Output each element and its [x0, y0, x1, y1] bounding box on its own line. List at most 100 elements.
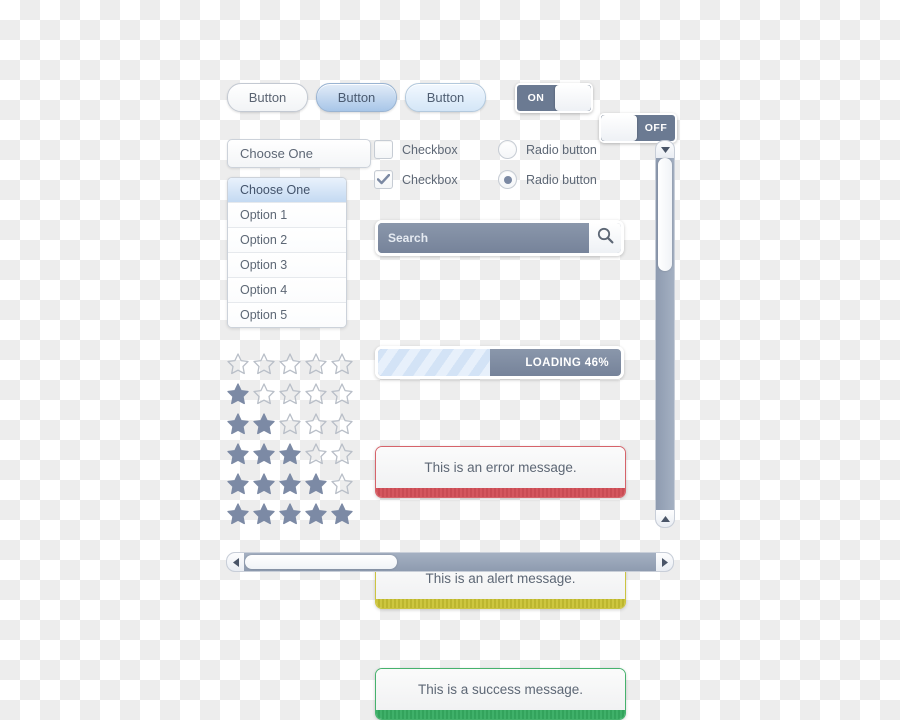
horizontal-scrollbar[interactable] — [226, 552, 674, 572]
star-filled-icon[interactable] — [252, 502, 276, 526]
list-item-label: Option 5 — [240, 308, 288, 322]
star-filled-icon[interactable] — [226, 472, 250, 496]
radio-selected-icon[interactable] — [498, 170, 517, 189]
checkbox-row-unchecked[interactable]: Checkbox — [374, 140, 458, 159]
star-empty-icon[interactable] — [330, 352, 354, 376]
star-filled-icon[interactable] — [304, 472, 328, 496]
list-item-label: Option 1 — [240, 208, 288, 222]
button-blue[interactable]: Button — [316, 83, 397, 112]
progress-fill — [378, 349, 490, 376]
star-rating-row[interactable] — [226, 382, 354, 406]
magnifier-icon — [597, 227, 614, 249]
star-filled-icon[interactable] — [252, 412, 276, 436]
toggle-knob[interactable] — [601, 115, 637, 141]
star-filled-icon[interactable] — [252, 472, 276, 496]
checkbox-row-checked[interactable]: Checkbox — [374, 170, 458, 189]
checkbox-checked-icon[interactable] — [374, 170, 393, 189]
message-accent-bar — [376, 488, 625, 497]
radio-unselected-icon[interactable] — [498, 140, 517, 159]
vertical-scrollbar[interactable] — [655, 140, 675, 528]
star-empty-icon[interactable] — [226, 352, 250, 376]
star-rating-row[interactable] — [226, 502, 354, 526]
star-empty-icon[interactable] — [304, 412, 328, 436]
star-empty-icon[interactable] — [278, 382, 302, 406]
star-filled-icon[interactable] — [278, 502, 302, 526]
star-empty-icon[interactable] — [304, 382, 328, 406]
star-filled-icon[interactable] — [278, 472, 302, 496]
star-empty-icon[interactable] — [330, 382, 354, 406]
progress-bar: LOADING 46% — [375, 346, 624, 379]
checkbox-label: Checkbox — [402, 172, 458, 187]
list-item-1[interactable]: Option 1 — [228, 203, 346, 228]
message-error: This is an error message. — [375, 446, 626, 498]
toggle-off[interactable]: OFF — [599, 113, 677, 143]
vertical-scroll-thumb[interactable] — [658, 158, 672, 271]
message-success: This is a success message. — [375, 668, 626, 720]
list-item-0[interactable]: Choose One — [228, 178, 346, 203]
progress-label: LOADING 46% — [525, 356, 609, 369]
star-empty-icon[interactable] — [330, 412, 354, 436]
star-rating-row[interactable] — [226, 472, 354, 496]
select-choose-one[interactable]: Choose One — [227, 139, 371, 168]
star-rating-row[interactable] — [226, 352, 354, 376]
message-text: This is an error message. — [376, 447, 625, 488]
select-value: Choose One — [240, 146, 313, 161]
list-item-4[interactable]: Option 4 — [228, 278, 346, 303]
chevron-down-icon[interactable] — [656, 141, 674, 158]
button-white[interactable]: Button — [227, 83, 308, 112]
button-label: Button — [426, 90, 465, 105]
button-label: Button — [337, 90, 376, 105]
star-filled-icon[interactable] — [226, 412, 250, 436]
star-filled-icon[interactable] — [252, 442, 276, 466]
search-button[interactable] — [589, 223, 621, 253]
star-empty-icon[interactable] — [304, 352, 328, 376]
star-empty-icon[interactable] — [252, 382, 276, 406]
list-item-5[interactable]: Option 5 — [228, 303, 346, 327]
list-item-2[interactable]: Option 2 — [228, 228, 346, 253]
star-filled-icon[interactable] — [226, 442, 250, 466]
horizontal-scroll-thumb[interactable] — [245, 555, 398, 569]
star-empty-icon[interactable] — [304, 442, 328, 466]
star-filled-icon[interactable] — [278, 442, 302, 466]
radio-dot — [503, 175, 512, 184]
radio-row-unselected[interactable]: Radio button — [498, 140, 597, 159]
radio-label: Radio button — [526, 142, 597, 157]
message-accent-bar — [376, 710, 625, 719]
button-label: Button — [248, 90, 287, 105]
star-rating-row[interactable] — [226, 412, 354, 436]
star-filled-icon[interactable] — [226, 502, 250, 526]
option-list[interactable]: Choose One Option 1 Option 2 Option 3 Op… — [227, 177, 347, 328]
list-item-label: Option 2 — [240, 233, 288, 247]
star-empty-icon[interactable] — [278, 352, 302, 376]
search-input[interactable]: Search — [378, 223, 589, 253]
ui-kit-canvas: Button Button Button ON OFF Choose One C… — [0, 0, 900, 720]
checkbox-unchecked-icon[interactable] — [374, 140, 393, 159]
star-empty-icon[interactable] — [252, 352, 276, 376]
toggle-on[interactable]: ON — [515, 83, 593, 113]
radio-label: Radio button — [526, 172, 597, 187]
star-rating-group[interactable] — [226, 352, 354, 532]
search-bar[interactable]: Search — [375, 220, 624, 256]
star-empty-icon[interactable] — [330, 472, 354, 496]
star-rating-row[interactable] — [226, 442, 354, 466]
star-filled-icon[interactable] — [304, 502, 328, 526]
horizontal-scroll-track[interactable] — [244, 553, 656, 571]
toggle-off-label: OFF — [644, 122, 668, 134]
toggle-knob[interactable] — [555, 85, 591, 111]
star-filled-icon[interactable] — [330, 502, 354, 526]
star-filled-icon[interactable] — [226, 382, 250, 406]
message-text: This is a success message. — [376, 669, 625, 710]
checkbox-label: Checkbox — [402, 142, 458, 157]
list-item-label: Choose One — [240, 183, 311, 197]
radio-row-selected[interactable]: Radio button — [498, 170, 597, 189]
list-item-3[interactable]: Option 3 — [228, 253, 346, 278]
star-empty-icon[interactable] — [330, 442, 354, 466]
button-lightblue[interactable]: Button — [405, 83, 486, 112]
list-item-label: Option 3 — [240, 258, 288, 272]
chevron-left-icon[interactable] — [227, 553, 244, 571]
chevron-up-icon[interactable] — [656, 510, 674, 527]
chevron-right-icon[interactable] — [656, 553, 673, 571]
vertical-scroll-track[interactable] — [656, 158, 674, 510]
toggle-on-label: ON — [527, 92, 545, 104]
star-empty-icon[interactable] — [278, 412, 302, 436]
